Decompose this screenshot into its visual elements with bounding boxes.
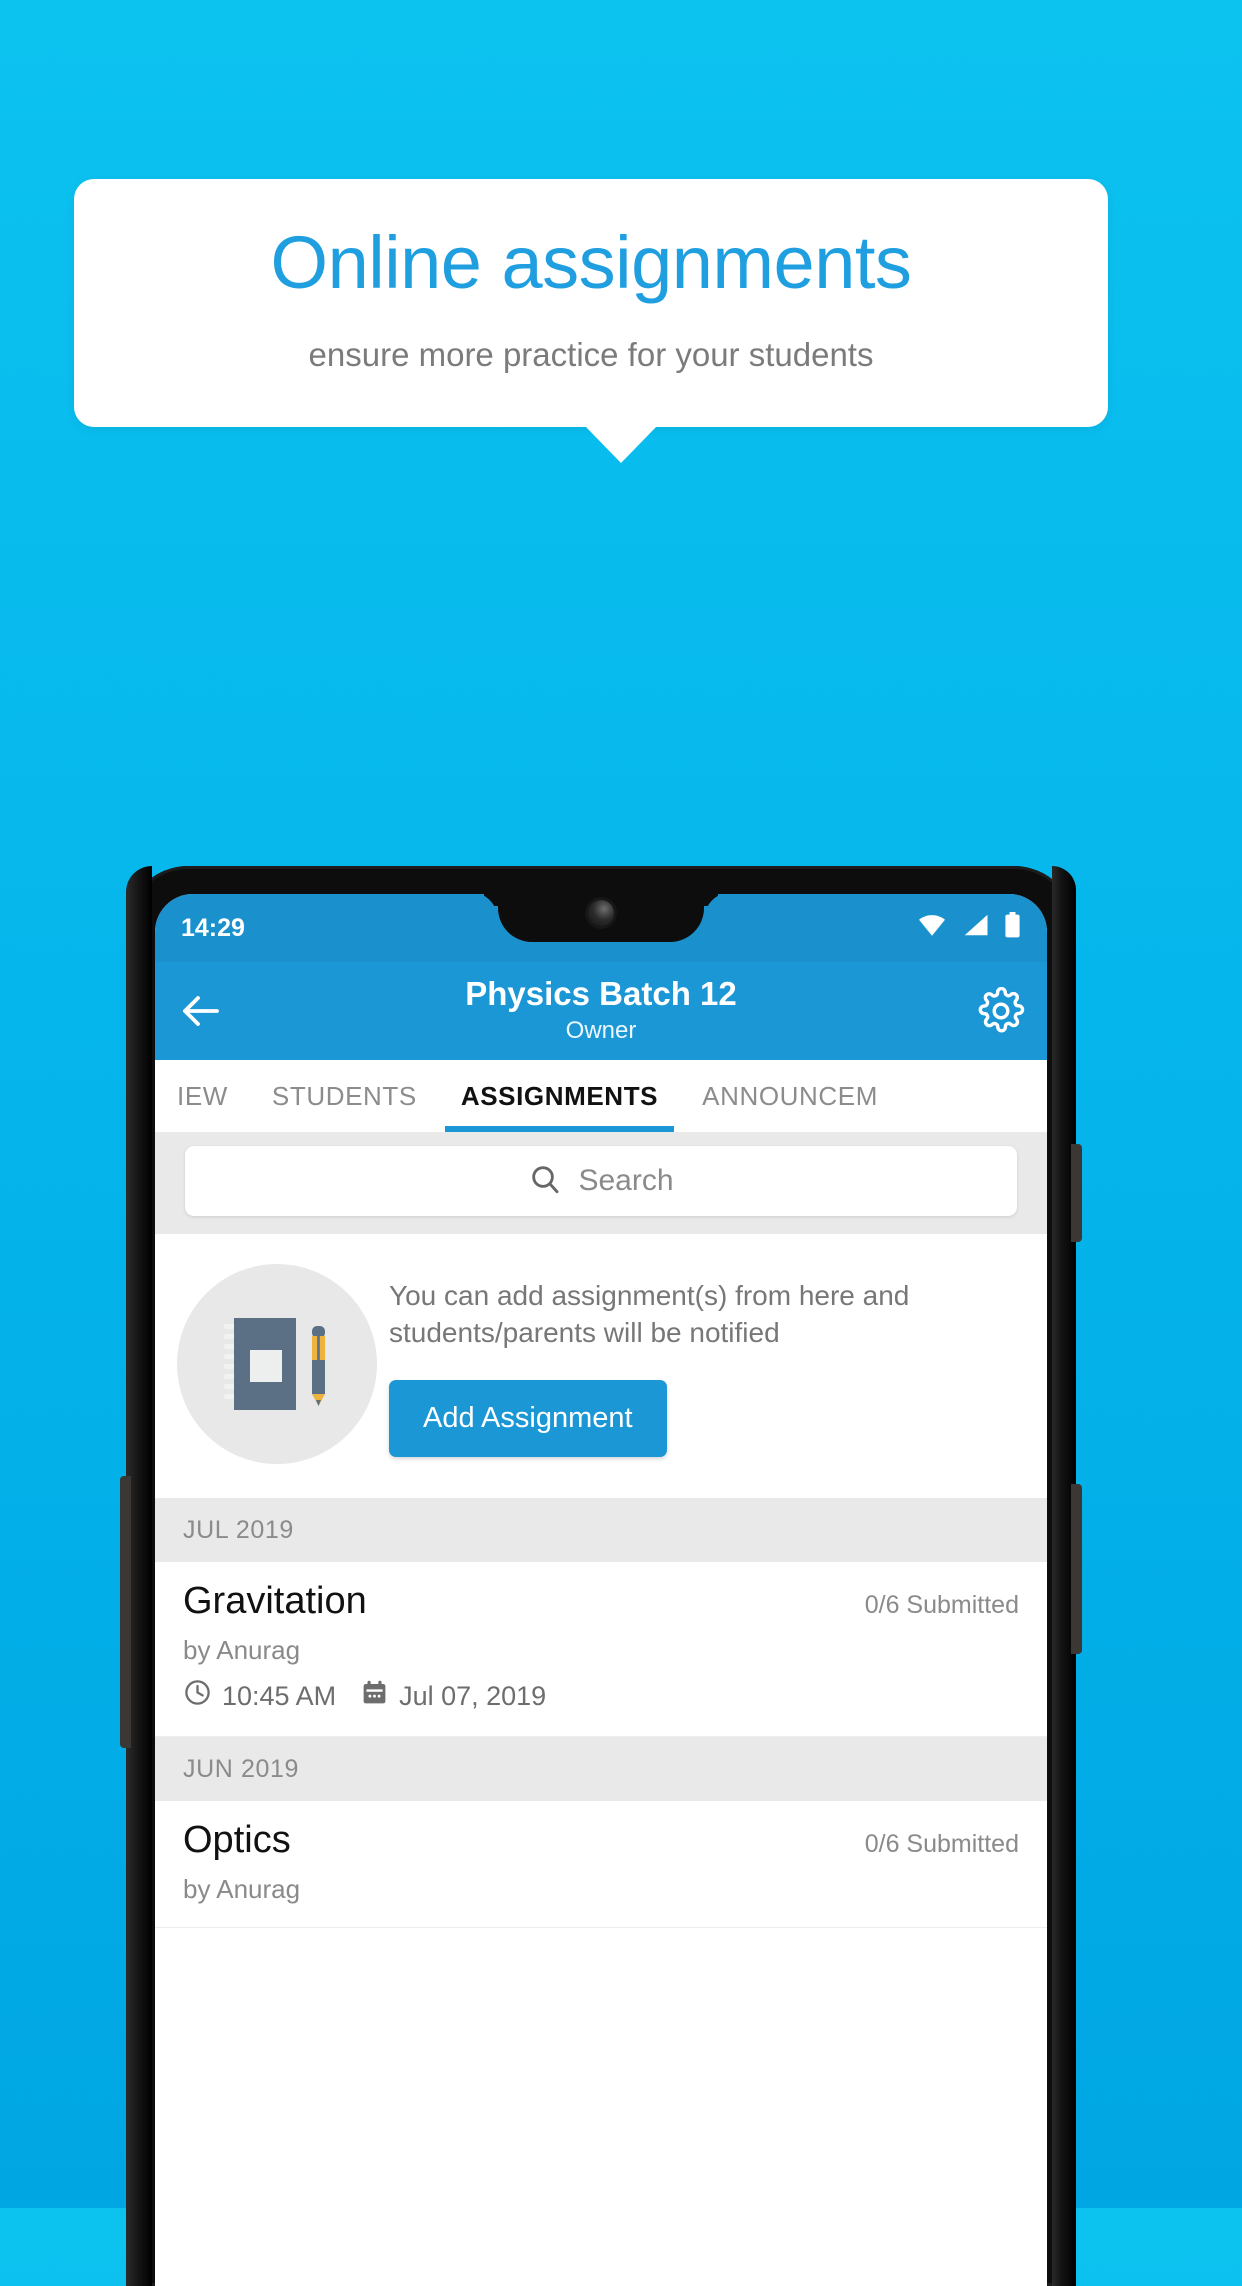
app-bar-titles: Physics Batch 12 Owner — [225, 977, 977, 1045]
assignment-status: 0/6 Submitted — [864, 1591, 1019, 1619]
back-arrow-icon[interactable] — [177, 987, 225, 1035]
assignment-date: Jul 07, 2019 — [360, 1678, 546, 1714]
add-assignment-button[interactable]: Add Assignment — [389, 1379, 667, 1457]
empty-state-message: You can add assignment(s) from here and … — [389, 1280, 910, 1348]
tab-assignments[interactable]: ASSIGNMENTS — [439, 1060, 680, 1132]
search-input[interactable]: Search — [185, 1146, 1017, 1216]
status-bar-icons — [917, 911, 1021, 945]
month-header-jul: JUL 2019 — [155, 1498, 1047, 1562]
month-header-jun: JUN 2019 — [155, 1737, 1047, 1801]
tab-bar: IEW STUDENTS ASSIGNMENTS ANNOUNCEM — [155, 1060, 1047, 1132]
assignment-time: 10:45 AM — [183, 1678, 336, 1714]
volume-button[interactable] — [1071, 1144, 1082, 1242]
assignment-author: by Anurag — [183, 1635, 301, 1665]
assignment-date-label: Jul 07, 2019 — [399, 1680, 547, 1711]
display-notch — [498, 894, 704, 942]
assignment-row-gravitation[interactable]: Gravitation 0/6 Submitted by Anurag 10:4… — [155, 1562, 1047, 1737]
assignment-meta: 10:45 AM Jul 07, 2019 — [183, 1678, 1019, 1714]
app-bar: Physics Batch 12 Owner — [155, 962, 1047, 1060]
cellular-signal-icon — [962, 913, 989, 944]
calendar-icon — [360, 1678, 389, 1714]
clock-icon — [183, 1678, 212, 1714]
tab-students[interactable]: STUDENTS — [250, 1060, 439, 1132]
empty-state-card: You can add assignment(s) from here and … — [155, 1234, 1047, 1498]
assignment-author: by Anurag — [183, 1874, 301, 1904]
tab-announcements[interactable]: ANNOUNCEM — [680, 1060, 900, 1132]
notebook-and-pen-icon — [177, 1264, 377, 1464]
promo-card: Online assignments ensure more practice … — [74, 179, 1108, 427]
search-icon — [528, 1162, 562, 1201]
promo-subtitle: ensure more practice for your students — [308, 336, 874, 373]
tab-overview[interactable]: IEW — [155, 1060, 250, 1132]
wifi-icon — [917, 913, 947, 944]
empty-state-content: You can add assignment(s) from here and … — [389, 1264, 1021, 1457]
page-title: Physics Batch 12 — [465, 975, 737, 1013]
assignment-time-label: 10:45 AM — [222, 1680, 337, 1711]
battery-icon — [1004, 911, 1021, 945]
promo-title: Online assignments — [270, 221, 912, 304]
phone-device: 14:29 Physics Batch 12 Owner IEW STUDENT… — [120, 866, 1082, 2286]
gear-icon[interactable] — [977, 986, 1025, 1035]
assignment-top-row: Gravitation 0/6 Submitted — [183, 1580, 1019, 1623]
front-camera — [588, 900, 614, 926]
status-bar: 14:29 — [155, 894, 1047, 962]
assignment-title: Optics — [183, 1819, 291, 1861]
assignment-title: Gravitation — [183, 1580, 367, 1622]
power-button[interactable] — [1071, 1484, 1082, 1654]
promo-bubble-tail — [585, 426, 657, 463]
page-subtitle: Owner — [565, 1016, 637, 1044]
assignment-status: 0/6 Submitted — [864, 1830, 1019, 1858]
search-placeholder: Search — [578, 1164, 674, 1197]
phone-screen: 14:29 Physics Batch 12 Owner IEW STUDENT… — [155, 894, 1047, 2286]
assignment-top-row: Optics 0/6 Submitted — [183, 1819, 1019, 1862]
status-bar-time: 14:29 — [181, 913, 245, 942]
assignment-row-optics[interactable]: Optics 0/6 Submitted by Anurag — [155, 1801, 1047, 1928]
search-section: Search — [155, 1132, 1047, 1234]
assistant-button[interactable] — [120, 1476, 131, 1748]
